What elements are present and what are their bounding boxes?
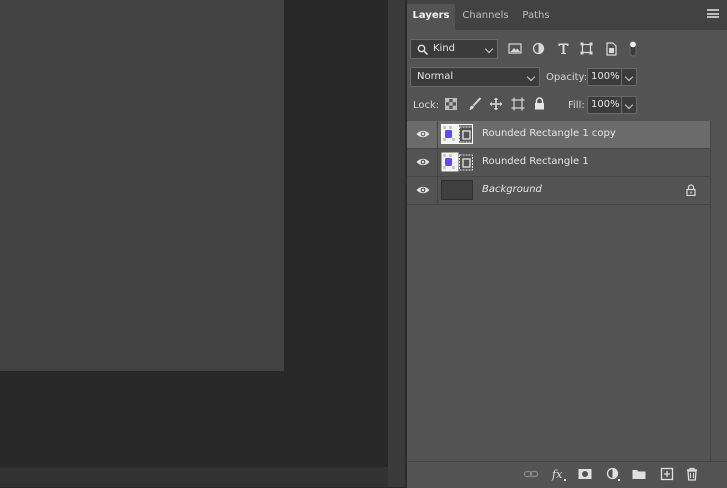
eye-icon[interactable] xyxy=(416,157,430,167)
tab-layers[interactable]: Layers xyxy=(407,4,455,30)
chevron-down-icon xyxy=(526,72,536,82)
add-mask-icon[interactable] xyxy=(577,466,593,482)
row-divider xyxy=(437,121,438,148)
blend-mode-select[interactable]: Normal xyxy=(410,67,540,87)
background-layer-thumbnail-icon xyxy=(441,180,473,200)
layer-name[interactable]: Rounded Rectangle 1 copy xyxy=(482,128,616,139)
tab-channels[interactable]: Channels xyxy=(455,4,516,30)
eye-icon[interactable] xyxy=(416,129,430,139)
search-icon xyxy=(417,44,428,55)
new-group-icon[interactable] xyxy=(631,466,647,482)
chevron-down-icon xyxy=(484,44,494,54)
opacity-field[interactable]: 100% xyxy=(587,68,637,86)
blend-mode-value: Normal xyxy=(417,71,454,82)
svg-text:fx: fx xyxy=(551,468,563,481)
adjustment-filter-icon[interactable] xyxy=(532,42,545,55)
opacity-label: Opacity: xyxy=(546,72,588,83)
fx-icon[interactable]: fx xyxy=(551,466,567,482)
new-layer-icon[interactable] xyxy=(659,466,675,482)
layer-row[interactable]: Background xyxy=(407,177,710,205)
opacity-value: 100% xyxy=(591,71,620,82)
canvas-area[interactable] xyxy=(0,0,388,467)
chevron-down-icon[interactable] xyxy=(624,72,634,82)
panel-menu-icon[interactable] xyxy=(707,9,719,18)
layer-row[interactable]: Rounded Rectangle 1 xyxy=(407,149,710,177)
lock-icon[interactable] xyxy=(686,184,696,196)
lock-transparent-pixels-icon[interactable] xyxy=(445,98,457,110)
lock-position-icon[interactable] xyxy=(489,97,503,111)
filter-kind-value: Kind xyxy=(433,43,456,54)
row-divider xyxy=(437,177,438,204)
lock-label: Lock: xyxy=(413,100,440,111)
field-divider xyxy=(621,97,622,113)
layer-row[interactable]: Rounded Rectangle 1 copy xyxy=(407,121,710,149)
new-adjustment-icon[interactable] xyxy=(605,466,621,482)
layers-vertical-scrollbar[interactable] xyxy=(710,121,727,461)
field-divider xyxy=(621,69,622,85)
document-canvas[interactable] xyxy=(0,0,284,371)
shape-filter-icon[interactable] xyxy=(580,42,593,55)
delete-layer-icon[interactable] xyxy=(684,466,700,482)
fill-value: 100% xyxy=(591,99,620,110)
image-filter-icon[interactable] xyxy=(508,42,522,55)
type-filter-icon[interactable] xyxy=(557,42,570,55)
panel-tab-bar: Layers Channels Paths xyxy=(407,0,727,30)
eye-icon[interactable] xyxy=(416,185,430,195)
shape-layer-thumbnail-icon xyxy=(441,124,473,144)
link-layers-icon[interactable] xyxy=(523,466,539,482)
layers-list: Rounded Rectangle 1 copy Rounded Rectang… xyxy=(407,121,710,205)
fill-label: Fill: xyxy=(568,100,585,111)
fill-field[interactable]: 100% xyxy=(587,96,637,114)
lock-all-icon[interactable] xyxy=(534,97,545,110)
layer-name[interactable]: Rounded Rectangle 1 xyxy=(482,156,589,167)
lock-image-pixels-icon[interactable] xyxy=(468,97,482,111)
smart-object-filter-icon[interactable] xyxy=(605,42,618,56)
shape-layer-thumbnail-icon xyxy=(441,152,473,172)
canvas-horizontal-scrollbar[interactable] xyxy=(0,467,388,487)
filter-kind-select[interactable]: Kind xyxy=(410,39,498,59)
lock-artboard-icon[interactable] xyxy=(511,97,525,111)
layers-panel: Layers Channels Paths Kind Normal Opacit… xyxy=(407,0,727,488)
layers-panel-footer: fx xyxy=(407,461,727,488)
chevron-down-icon[interactable] xyxy=(624,100,634,110)
tab-paths[interactable]: Paths xyxy=(516,4,556,30)
layer-name[interactable]: Background xyxy=(482,184,542,195)
row-divider xyxy=(437,149,438,176)
filter-toggle-icon[interactable] xyxy=(628,40,638,57)
